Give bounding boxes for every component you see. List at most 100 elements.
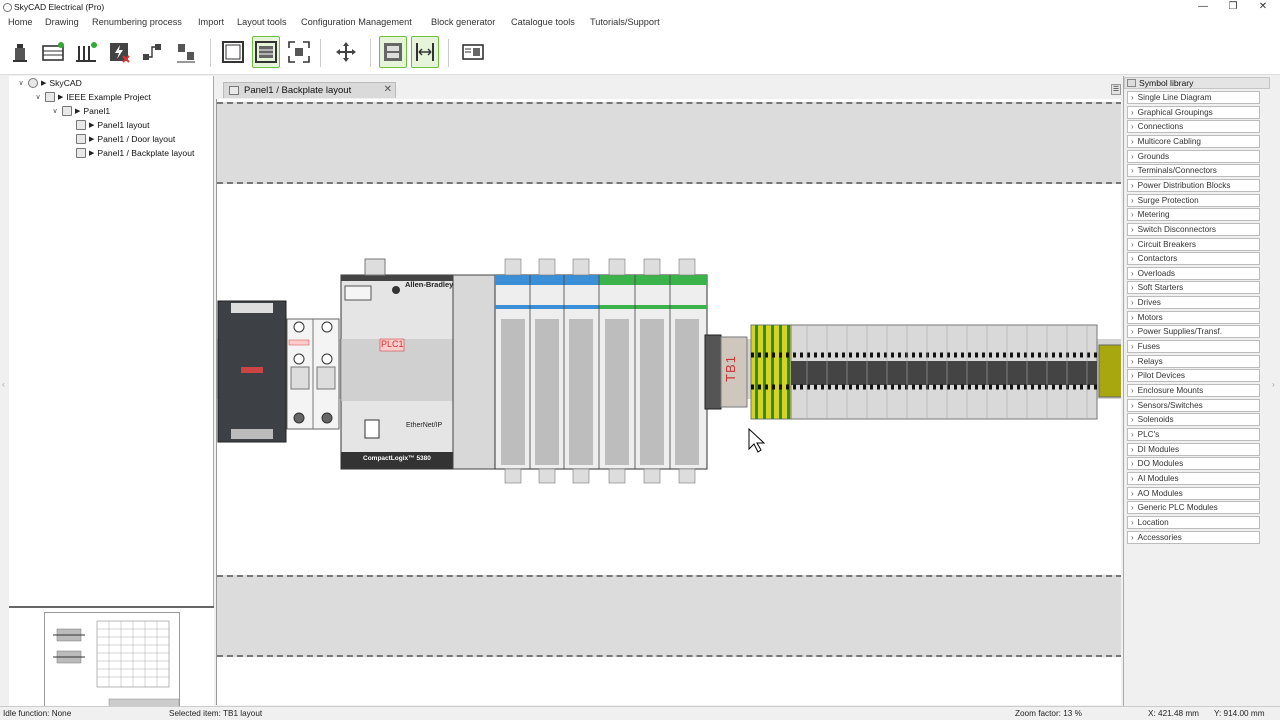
library-category-item[interactable]: › Power Supplies/Transf. — [1127, 325, 1260, 339]
report-icon — [462, 44, 484, 60]
library-category-item[interactable]: › Circuit Breakers — [1127, 237, 1260, 251]
document-menu-icon[interactable]: ☰ — [1111, 84, 1121, 95]
menu-block-generator[interactable]: Block generator — [431, 17, 495, 27]
menu-home[interactable]: Home — [8, 17, 33, 27]
library-category-item[interactable]: › Power Distribution Blocks — [1127, 178, 1260, 192]
menu-configuration-management[interactable]: Configuration Management — [301, 17, 412, 27]
backplate-view-icon — [255, 41, 277, 63]
terminal-block-strip[interactable] — [751, 324, 1121, 420]
menu-tutorials-support[interactable]: Tutorials/Support — [590, 17, 660, 27]
tree-item-door-layout[interactable]: ▶ Panel1 / Door layout — [76, 133, 175, 145]
close-tab-icon[interactable]: ✕ — [384, 84, 392, 95]
library-category-item[interactable]: › Switch Disconnectors — [1127, 222, 1260, 236]
library-category-item[interactable]: › Sensors/Switches — [1127, 398, 1260, 412]
electrical-check-button[interactable] — [105, 36, 133, 68]
library-category-item[interactable]: › Multicore Cabling — [1127, 134, 1260, 148]
menu-catalogue-tools[interactable]: Catalogue tools — [511, 17, 575, 27]
drawing-canvas[interactable]: Allen-Bradley PLC1 EtherNet/IP CompactLo… — [216, 99, 1121, 705]
library-category-item[interactable]: › Graphical Groupings — [1127, 105, 1260, 119]
library-category-label: Generic PLC Modules — [1137, 503, 1218, 513]
snap-rail-button[interactable] — [379, 36, 407, 68]
frame-view-button[interactable] — [219, 36, 247, 68]
library-category-item[interactable]: › Enclosure Mounts — [1127, 384, 1260, 397]
left-pane-grip-icon[interactable]: ‹ — [2, 380, 8, 402]
chevron-right-icon: › — [1131, 224, 1134, 234]
library-category-label: Metering — [1137, 210, 1170, 220]
chevron-right-icon: › — [1131, 517, 1134, 527]
library-category-item[interactable]: › Single Line Diagram — [1127, 91, 1260, 104]
minimize-button[interactable]: — — [1188, 0, 1218, 15]
plc-controller[interactable] — [340, 258, 496, 470]
library-category-label: Grounds — [1137, 151, 1170, 161]
collapse-toggle-icon[interactable]: ∨ — [17, 79, 25, 87]
library-category-item[interactable]: › Location — [1127, 515, 1260, 529]
library-category-item[interactable]: › Relays — [1127, 354, 1260, 368]
library-category-item[interactable]: › Generic PLC Modules — [1127, 501, 1260, 515]
library-category-item[interactable]: › Surge Protection — [1127, 193, 1260, 207]
zoom-fit-button[interactable] — [285, 36, 313, 68]
library-category-label: Switch Disconnectors — [1137, 224, 1216, 234]
collapse-toggle-icon[interactable]: ∨ — [51, 107, 59, 115]
tab-backplate-layout[interactable]: Panel1 / Backplate layout ✕ — [223, 82, 396, 98]
tree-item-backplate-layout[interactable]: ▶ Panel1 / Backplate layout — [76, 147, 194, 159]
library-category-label: Sensors/Switches — [1137, 400, 1203, 410]
library-category-item[interactable]: › Grounds — [1127, 149, 1260, 163]
add-rail-button[interactable] — [72, 36, 100, 68]
menu-import[interactable]: Import — [198, 17, 224, 27]
library-category-item[interactable]: › DI Modules — [1127, 442, 1260, 456]
toolbar-separator — [448, 39, 449, 67]
tree-item-panel1[interactable]: ∨ ▶ Panel1 — [51, 105, 110, 117]
library-category-label: Pilot Devices — [1137, 371, 1185, 381]
library-category-item[interactable]: › Overloads — [1127, 266, 1260, 280]
menu-drawing[interactable]: Drawing — [45, 17, 79, 27]
expand-arrow-icon: ▶ — [41, 80, 47, 87]
library-category-label: Power Distribution Blocks — [1137, 180, 1231, 190]
tree-item-ieee-example-project[interactable]: ∨ ▶ IEEE Example Project — [34, 91, 151, 103]
io-modules[interactable] — [494, 258, 708, 484]
maximize-button[interactable]: ❐ — [1218, 0, 1248, 15]
library-category-item[interactable]: › Solenoids — [1127, 413, 1260, 427]
insert-component-button[interactable] — [6, 36, 34, 68]
project-icon — [45, 92, 55, 102]
collapse-toggle-icon[interactable]: ∨ — [34, 93, 42, 101]
library-category-item[interactable]: › DO Modules — [1127, 457, 1260, 471]
menu-layout-tools[interactable]: Layout tools — [237, 17, 287, 27]
dimension-button[interactable] — [411, 36, 439, 68]
library-category-item[interactable]: › Metering — [1127, 208, 1260, 222]
ground-terminals[interactable] — [750, 324, 792, 420]
report-button[interactable] — [459, 36, 487, 68]
move-parts-button[interactable] — [172, 36, 200, 68]
right-pane-grip-icon[interactable]: › — [1272, 380, 1278, 402]
chevron-right-icon: › — [1131, 298, 1134, 308]
connect-wire-button[interactable] — [138, 36, 166, 68]
menu-renumbering-process[interactable]: Renumbering process — [92, 17, 182, 27]
tree-item-label: IEEE Example Project — [66, 92, 151, 102]
power-supply[interactable] — [217, 300, 287, 443]
library-category-item[interactable]: › Connections — [1127, 120, 1260, 134]
symbol-library-title: Symbol library — [1139, 78, 1194, 88]
library-category-item[interactable]: › AO Modules — [1127, 486, 1260, 500]
library-category-item[interactable]: › Contactors — [1127, 252, 1260, 266]
circuit-breakers[interactable] — [286, 318, 340, 430]
tree-item-label: Panel1 layout — [97, 120, 150, 130]
library-category-item[interactable]: › Terminals/Connectors — [1127, 164, 1260, 178]
library-category-item[interactable]: › Drives — [1127, 296, 1260, 310]
library-category-item[interactable]: › Accessories — [1127, 530, 1260, 544]
library-category-item[interactable]: › Pilot Devices — [1127, 369, 1260, 383]
add-panel-button[interactable] — [39, 36, 67, 68]
overview-thumbnail[interactable] — [44, 612, 180, 708]
move-canvas-button[interactable] — [332, 36, 360, 68]
library-category-item[interactable]: › Fuses — [1127, 340, 1260, 354]
library-category-item[interactable]: › AI Modules — [1127, 471, 1260, 485]
library-category-item[interactable]: › Motors — [1127, 310, 1260, 324]
chevron-right-icon: › — [1131, 532, 1134, 542]
close-button[interactable]: ✕ — [1248, 0, 1278, 15]
library-category-item[interactable]: › Soft Starters — [1127, 281, 1260, 295]
status-zoom: Zoom factor: 13 % — [1015, 709, 1082, 718]
backplate-view-button[interactable] — [252, 36, 280, 68]
library-category-label: DO Modules — [1137, 459, 1184, 469]
tree-item-panel1-layout[interactable]: ▶ Panel1 layout — [76, 119, 149, 131]
library-category-item[interactable]: › PLC's — [1127, 427, 1260, 441]
tree-item-skycad[interactable]: ∨ ▶ SkyCAD — [17, 77, 82, 89]
library-category-label: AI Modules — [1137, 473, 1179, 483]
